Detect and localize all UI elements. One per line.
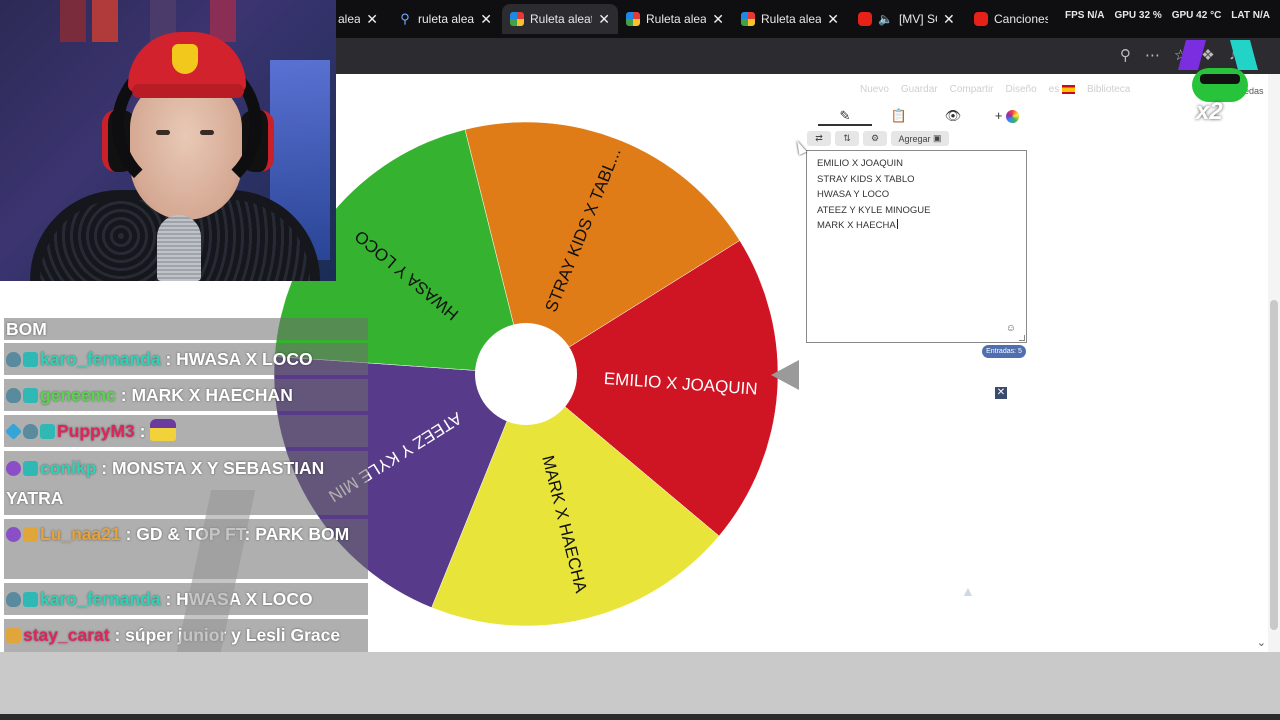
subscriber-badge-icon — [6, 527, 21, 542]
webcam-video — [0, 0, 336, 281]
resize-handle[interactable] — [1019, 335, 1025, 341]
more-icon[interactable]: ⋯ — [1145, 46, 1160, 64]
text-caret — [896, 219, 898, 230]
menu-new[interactable]: Nuevo — [860, 84, 889, 95]
menu-save[interactable]: Guardar — [901, 84, 938, 95]
gift-badge-icon — [23, 592, 38, 607]
wheel-center[interactable] — [475, 323, 577, 425]
tab-ruleta-active[interactable]: Ruleta aleatoria ✕ — [502, 4, 618, 34]
emoji-icon[interactable]: ☺ — [1006, 323, 1016, 334]
chat-overlay: BOM karo_fernanda : HWASA X LOCO geneemc… — [0, 283, 368, 652]
entry-line: HWASA Y LOCO — [817, 189, 890, 201]
menu-design[interactable]: Diseño — [1006, 84, 1037, 95]
wheel-favicon-icon — [626, 12, 640, 26]
subscriber-badge-icon — [6, 461, 21, 476]
close-tab-icon[interactable]: ✕ — [598, 11, 610, 28]
tab-ruleta-aleatoria-0[interactable]: aleat ✕ — [330, 4, 386, 34]
zoom-icon[interactable]: ⚲ — [1120, 46, 1131, 64]
close-tab-icon[interactable]: ✕ — [366, 11, 378, 28]
speaker-icon[interactable]: 🔈 — [878, 12, 893, 26]
search-icon: ⚲ — [400, 11, 410, 26]
site-menu: Nuevo Guardar Compartir Diseño es Biblio… — [860, 84, 1130, 95]
tab-youtube-canciones[interactable]: Canciones d — [966, 4, 1056, 34]
screen-bottom-bar — [0, 714, 1280, 720]
microphone — [157, 215, 201, 281]
tab-search-ruleta[interactable]: ⚲ ruleta aleatoria ✕ — [390, 4, 500, 34]
moderator-badge-icon — [6, 352, 21, 367]
chat-message: karo_fernanda : HWASA X LOCO — [4, 343, 368, 375]
youtube-icon — [858, 12, 872, 26]
wheel-favicon-icon — [510, 12, 524, 26]
tab-ruleta-3[interactable]: Ruleta aleatoria ✕ — [733, 4, 847, 34]
chat-message: conikp : MONSTA X Y SEBASTIAN YATRA — [4, 451, 368, 515]
gift-badge-icon — [23, 388, 38, 403]
chat-message: BOM — [4, 318, 368, 340]
entry-line: STRAY KIDS X TABLO — [817, 173, 915, 185]
prime-badge-icon — [5, 423, 22, 440]
menu-language[interactable]: es — [1049, 84, 1075, 95]
moderator-badge-icon — [6, 388, 21, 403]
gift-badge-icon — [23, 352, 38, 367]
sort-button[interactable]: ⇅ — [835, 131, 859, 146]
entry-line: ATEEZ Y KYLE MINOGUE — [817, 204, 931, 216]
chat-message: geneemc : MARK X HAECHAN — [4, 379, 368, 411]
close-icon[interactable]: ✕ — [995, 387, 1007, 399]
youtube-icon — [974, 12, 988, 26]
gift-badge-icon — [40, 424, 55, 439]
moderator-badge-icon — [23, 424, 38, 439]
entry-line: MARK X HAECHA — [817, 219, 898, 232]
menu-share[interactable]: Compartir — [950, 84, 994, 95]
performance-overlay: FPS N/A GPU 32 % GPU 42 °C LAT N/A — [1065, 10, 1270, 21]
bell-icon[interactable]: ▲ — [961, 583, 975, 599]
wheel-favicon-icon — [741, 12, 755, 26]
page-footer-area — [0, 652, 1280, 720]
x2-overlay: x2 — [1177, 40, 1260, 130]
ferrari-logo — [172, 44, 198, 74]
chevron-down-icon[interactable]: ⌄ — [1257, 636, 1266, 649]
palette-icon[interactable]: + — [980, 108, 1034, 126]
moderator-badge-icon — [6, 592, 21, 607]
add-image-button[interactable]: Agregar ▣ — [891, 131, 949, 146]
pencil-icon[interactable]: ✎ — [818, 108, 872, 126]
editor-tool-tabs: ✎ 📋 👁 + — [818, 108, 1034, 126]
settings-gear-button[interactable]: ⚙ — [863, 131, 887, 146]
scrollbar-thumb[interactable] — [1270, 300, 1278, 630]
close-tab-icon[interactable]: ✕ — [827, 11, 839, 28]
editor-action-buttons: ⇄ ⇅ ⚙ Agregar ▣ — [807, 131, 949, 146]
entry-line: EMILIO X JOAQUIN — [817, 158, 904, 169]
close-tab-icon[interactable]: ✕ — [712, 11, 724, 28]
clipboard-icon[interactable]: 📋 — [872, 108, 926, 126]
entries-textarea[interactable]: EMILIO X JOAQUIN STRAY KIDS X TABLO HWAS… — [806, 150, 1027, 343]
chat-message: PuppyM3 : — [4, 415, 368, 447]
crown-badge-icon — [6, 628, 21, 643]
chat-message: Lu_naa21 : GD & TOP FT: PARK BOM — [4, 519, 368, 579]
emote-icon — [150, 419, 177, 441]
close-tab-icon[interactable]: ✕ — [480, 11, 492, 28]
entries-count-badge: Entradas: 5 — [982, 345, 1026, 358]
gift-badge-icon — [23, 461, 38, 476]
spain-flag-icon — [1061, 84, 1075, 94]
crown-badge-icon — [23, 527, 38, 542]
close-tab-icon[interactable]: ✕ — [943, 11, 955, 28]
eye-off-icon[interactable]: 👁 — [926, 108, 980, 126]
tab-ruleta-2[interactable]: Ruleta aleatoria ✕ — [618, 4, 732, 34]
tab-youtube-mv[interactable]: 🔈 [MV] SO ✕ — [850, 4, 966, 34]
menu-library[interactable]: Biblioteca — [1087, 84, 1130, 95]
